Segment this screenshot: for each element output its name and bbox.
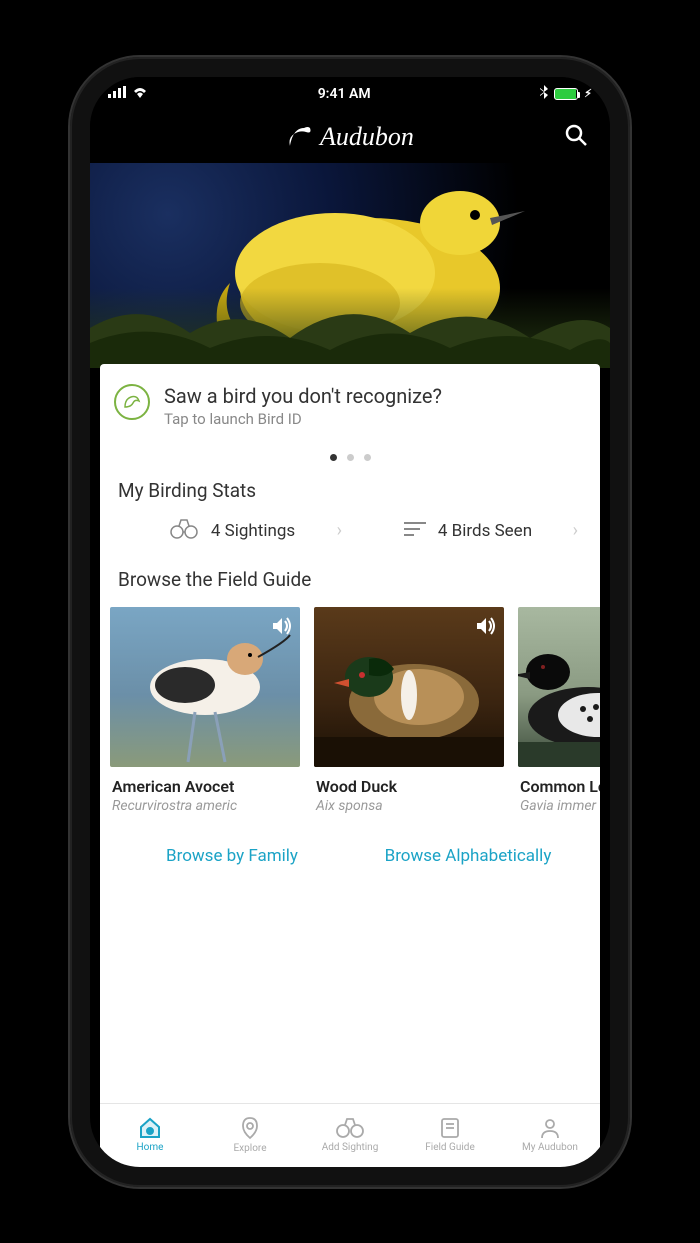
main-card: Saw a bird you don't recognize? Tap to l… [100,364,600,1103]
audio-icon[interactable] [270,615,292,641]
app-logo: Audubon [286,122,414,152]
egret-icon [286,126,314,148]
bird-latin: Gavia immer [520,798,600,814]
stats-row: 4 Sightings › 4 Birds Seen › [114,518,586,544]
field-guide-card[interactable]: American Avocet Recurvirostra americ [110,607,300,814]
tab-explore[interactable]: Explore [200,1104,300,1167]
bird-thumbnail [314,607,504,767]
bird-name: Wood Duck [316,777,504,796]
tab-home[interactable]: Home [100,1104,200,1167]
phone-screen: 9:41 AM ⚡︎ Audubon [90,77,610,1167]
audio-icon[interactable] [474,615,496,641]
bird-name: American Avocet [112,777,300,796]
bird-id-card[interactable]: Saw a bird you don't recognize? Tap to l… [114,384,586,428]
search-icon[interactable] [564,123,588,151]
tab-label: Home [137,1142,164,1153]
dot-2[interactable] [347,454,354,461]
field-guide-heading: Browse the Field Guide [118,568,586,591]
chevron-right-icon: › [573,520,578,541]
hero-image [90,163,610,368]
bird-latin: Aix sponsa [316,798,504,814]
user-icon [540,1117,560,1139]
chevron-right-icon: › [337,520,342,541]
tab-label: Field Guide [425,1142,475,1153]
stat-sightings[interactable]: 4 Sightings › [114,518,350,544]
battery-icon [554,88,578,100]
tab-label: Add Sighting [322,1142,379,1153]
browse-by-family-link[interactable]: Browse by Family [114,846,350,866]
stat-seen-text: 4 Birds Seen [438,521,532,541]
binoculars-icon [335,1117,365,1139]
tab-label: My Audubon [522,1142,578,1153]
list-icon [404,521,426,541]
pin-icon [239,1116,261,1140]
tab-bar: Home Explore Add Sighting Field Guide My… [100,1103,600,1167]
bird-id-icon [114,384,150,420]
phone-frame: 9:41 AM ⚡︎ Audubon [70,57,630,1187]
tab-my-audubon[interactable]: My Audubon [500,1104,600,1167]
bluetooth-icon [540,85,548,103]
dot-1[interactable] [330,454,337,461]
signal-icon [108,86,126,102]
tab-add-sighting[interactable]: Add Sighting [300,1104,400,1167]
app-header: Audubon [90,111,610,163]
bird-latin: Recurvirostra americ [112,798,300,814]
browse-alphabetically-link[interactable]: Browse Alphabetically [350,846,586,866]
carousel-dots[interactable] [114,454,586,461]
tab-label: Explore [234,1143,267,1154]
status-time: 9:41 AM [318,86,371,102]
bird-id-subtitle: Tap to launch Bird ID [164,410,442,428]
stats-heading: My Birding Stats [118,479,586,502]
binoculars-icon [169,518,199,544]
field-guide-card[interactable]: Wood Duck Aix sponsa [314,607,504,814]
bird-id-title: Saw a bird you don't recognize? [164,384,442,408]
bird-thumbnail [518,607,600,767]
stat-birds-seen[interactable]: 4 Birds Seen › [350,518,586,544]
book-icon [440,1117,460,1139]
field-guide-scroll[interactable]: American Avocet Recurvirostra americ Woo… [110,607,590,814]
charging-icon: ⚡︎ [584,87,592,100]
status-bar: 9:41 AM ⚡︎ [90,77,610,111]
logo-text: Audubon [320,122,414,152]
bird-thumbnail [110,607,300,767]
bird-name: Common Loon [520,777,600,796]
field-guide-card[interactable]: Common Loon Gavia immer [518,607,600,814]
home-icon [138,1117,162,1139]
wifi-icon [132,86,148,102]
dot-3[interactable] [364,454,371,461]
stat-sightings-text: 4 Sightings [211,521,295,541]
tab-field-guide[interactable]: Field Guide [400,1104,500,1167]
browse-links: Browse by Family Browse Alphabetically [114,846,586,866]
